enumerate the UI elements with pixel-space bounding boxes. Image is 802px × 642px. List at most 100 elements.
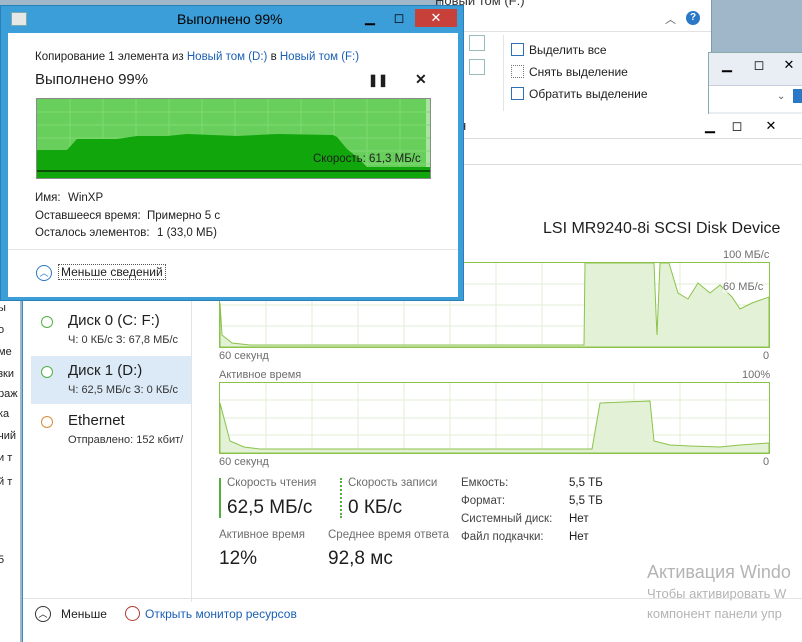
active-time-graph-svg [220,383,769,453]
property-key: Емкость: [461,477,509,489]
progress-graph: Скорость: 61,3 МБ/с [36,98,431,179]
fewer-details-label: Меньше [61,607,107,621]
explorer-ribbon-bar: ︿ ? [441,9,711,32]
property-key: Файл подкачки: [461,531,544,543]
write-speed-label: Скорость записи [348,477,438,489]
speed-label: Скорость: 61,3 МБ/с [313,153,421,165]
source-link[interactable]: Новый том (D:) [187,51,268,63]
chevron-up-circle-icon: ︿ [36,265,52,281]
left-fragment: 5 [0,554,5,566]
status-dot-icon [41,316,53,328]
chevron-up-circle-icon: ︿ [35,606,51,622]
left-fragment: раж [0,388,18,400]
resource-monitor-icon [125,606,140,621]
left-fragment: и т [0,452,13,464]
sidebar-item-ethernet[interactable]: Ethernet Отправлено: 152 кбит/ [31,406,191,454]
minimize-icon[interactable]: ▁ [696,116,724,136]
sidebar-item-sub: Ч: 62,5 МБ/с З: 0 КБ/с [68,384,179,396]
less-details-label: Меньше сведений [58,264,166,280]
maximize-icon[interactable]: ◻ [386,9,412,27]
maximize-icon[interactable]: ◻ [723,116,751,136]
close-icon[interactable]: ✕ [757,116,785,136]
property-value: Нет [569,513,589,525]
sidebar-item-sub: Отправлено: 152 кбит/ [68,434,184,446]
chevron-up-icon[interactable]: ︿ [665,11,676,27]
invert-selection-button[interactable]: Обратить выделение [511,87,648,101]
progress-title: Выполнено 99% [35,71,149,88]
open-resource-monitor-label: Открыть монитор ресурсов [145,607,297,621]
left-fragment: й т [0,476,13,488]
remaining-time-value: Примерно 5 с [147,210,221,222]
sidebar-item-sub: Ч: 0 КБ/с З: 67,8 МБ/с [68,334,179,346]
close-icon[interactable]: ✕ [415,9,457,27]
status-dot-icon [41,366,53,378]
copy-dialog-body: Копирование 1 элемента из Новый том (D:)… [8,33,458,297]
pause-icon[interactable]: ❚❚ [368,73,388,87]
left-fragment: ы [0,302,6,314]
copy-dialog-app-icon [11,12,27,26]
active-time-graph [219,382,770,454]
sidebar: Диск 0 (C: F:) Ч: 0 КБ/с З: 67,8 МБ/с Ди… [23,298,191,598]
clear-selection-icon [511,65,524,78]
active-time-label: Активное время [219,529,306,541]
help-icon[interactable]: ? [686,11,700,25]
graph1-time-label: 60 секунд [219,350,269,362]
left-fragment: ме [0,346,12,358]
select-all-button[interactable]: Выделить все [511,43,607,57]
graph1-zero-label: 0 [763,350,770,362]
activation-watermark-line3: компонент панели упр [647,606,782,621]
name-value: WinXP [68,192,104,204]
read-speed-value: 62,5 МБ/с [227,497,313,518]
close-icon[interactable]: ✕ [775,55,802,75]
minimize-icon[interactable]: ▁ [357,9,383,27]
graph1-mid-label: 60 МБ/с [723,281,764,293]
ribbon-ico-1 [469,35,485,51]
write-speed-divider [340,478,342,518]
activation-watermark-line2: Чтобы активировать W [647,586,787,601]
sidebar-item-disk0[interactable]: Диск 0 (C: F:) Ч: 0 КБ/с З: 67,8 МБ/с [31,306,191,354]
status-dot-icon [41,416,53,428]
background-window-right: ▁ ◻ ✕ ⌄ [708,52,802,118]
destination-link[interactable]: Новый том (F:) [280,51,359,63]
address-bar[interactable]: ⌄ [709,85,802,112]
property-value: 5,5 ТБ [569,477,603,489]
property-key: Системный диск: [461,513,553,525]
property-key: Формат: [461,495,506,507]
details-divider [8,249,458,250]
refresh-icon[interactable] [793,89,802,103]
invert-selection-icon [511,87,524,100]
name-label: Имя: [35,192,61,204]
maximize-icon[interactable]: ◻ [745,55,773,75]
remaining-items-value: 1 (33,0 МБ) [157,227,217,239]
background-left-list: ы о ме зки раж ка чий и т й т 5 [0,290,20,642]
cancel-icon[interactable]: ✕ [415,71,427,88]
ribbon-group-divider [503,35,504,111]
read-speed-divider [219,478,221,518]
left-fragment: ка [0,408,10,420]
sidebar-item-label: Диск 0 (C: F:) [68,312,160,329]
copy-description: Копирование 1 элемента из Новый том (D:)… [35,51,360,63]
graph2-max-label: 100% [742,369,771,381]
clear-selection-button[interactable]: Снять выделение [511,65,628,79]
explorer-window: Новый том (F:) ︿ ? Выделить все Снять вы… [435,0,712,118]
sidebar-item-disk1[interactable]: Диск 1 (D:) Ч: 62,5 МБ/с З: 0 КБ/с [31,356,191,404]
write-speed-value: 0 КБ/с [348,497,403,518]
graph2-title: Активное время [219,369,302,381]
select-all-icon [511,43,524,56]
graph2-zero-label: 0 [763,456,770,468]
explorer-titlebar: Новый том (F:) [435,0,711,8]
copy-progress-dialog: Выполнено 99% ▁ ◻ ✕ Копирование 1 элемен… [0,5,464,301]
left-fragment: о [0,324,5,336]
copy-dialog-title: Выполнено 99% [177,11,283,27]
property-value: 5,5 ТБ [569,495,603,507]
activation-watermark-title: Активация Windo [647,562,791,582]
ribbon-ico-2 [469,59,485,75]
chevron-down-icon[interactable]: ⌄ [777,91,785,102]
left-fragment: чий [0,430,17,442]
left-fragment: зки [0,368,15,380]
graph1-max-label: 100 МБ/с [723,249,770,261]
graph2-time-label: 60 секунд [219,456,269,468]
progress-graph-svg [37,99,430,178]
minimize-icon[interactable]: ▁ [713,55,741,75]
sidebar-item-label: Диск 1 (D:) [68,362,143,379]
